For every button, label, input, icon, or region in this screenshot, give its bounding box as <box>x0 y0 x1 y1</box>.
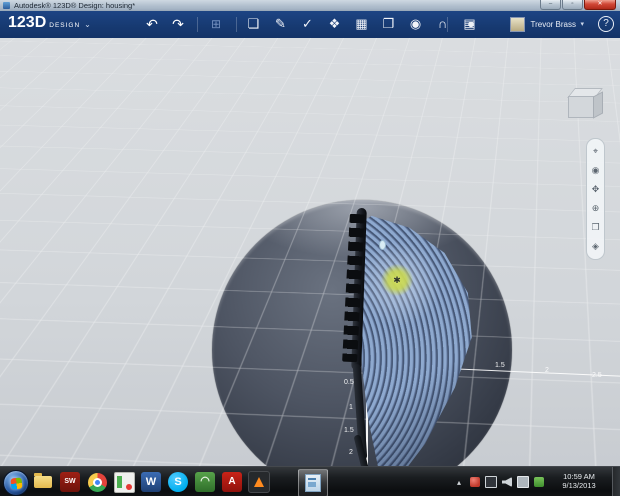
snap-point-indicator <box>379 240 386 250</box>
brand-logo: 123D <box>8 14 47 31</box>
taskbar-green-app-button[interactable]: ◠ <box>193 470 217 494</box>
windows-taskbar: SW W S ◠ A ▴ 10:59 AM 9/13/2013 <box>0 466 620 496</box>
selection-highlight-marker[interactable]: ✱ <box>381 264 413 296</box>
folder-icon <box>34 473 52 488</box>
axis-tick-label: 0.5 <box>344 379 354 386</box>
chrome-icon <box>87 472 107 492</box>
redo-button[interactable]: ↷ <box>168 15 188 33</box>
app-window: Autodesk® 123D® Design: housing* – ▫ ✕ 1… <box>0 0 620 496</box>
taskbar-word-button[interactable]: W <box>139 470 163 494</box>
account-caret-icon[interactable]: ▾ <box>580 20 584 28</box>
fit-view-icon[interactable]: ❒ <box>589 221 602 234</box>
viewport-canvas[interactable]: ✱ 0.5 1 1.5 2 2.5 1.5 2 2.5 ⌖ ◉ ✥ ⊕ ❒ ◈ … <box>0 38 620 466</box>
tray-display-icon[interactable] <box>485 476 497 488</box>
tray-network-icon[interactable] <box>517 476 529 488</box>
avatar[interactable] <box>510 16 526 32</box>
show-desktop-button[interactable] <box>612 467 620 496</box>
chevron-down-icon: ⌄ <box>84 20 91 29</box>
snap-center-icon: ✱ <box>393 274 401 285</box>
green-app-icon: ◠ <box>195 472 215 492</box>
primitives-icon[interactable]: ❏ <box>246 15 261 33</box>
sketch-icon[interactable]: ✎ <box>273 15 288 33</box>
tray-security-icon[interactable] <box>470 477 480 487</box>
view-cube-front-face[interactable] <box>568 96 594 118</box>
clock-date: 9/13/2013 <box>562 481 596 490</box>
tool-group: ❏ ✎ ✓ ❖ ▦ ❐ ◉ ∩ ▤ <box>246 15 477 33</box>
taskbar-gallery-button[interactable] <box>112 470 136 494</box>
axis-tick-label: 1 <box>349 404 353 411</box>
toolbar-separator <box>197 17 198 32</box>
maximize-button[interactable]: ▫ <box>562 0 583 10</box>
minimize-button[interactable]: – <box>540 0 561 10</box>
grid-plane <box>0 38 620 466</box>
modify-icon[interactable]: ❖ <box>327 15 342 33</box>
toolbar-separator <box>236 17 237 32</box>
taskbar-solidworks-button[interactable]: SW <box>58 470 82 494</box>
system-tray: ▴ <box>457 467 544 496</box>
axis-tick-label: 2.5 <box>592 372 602 379</box>
construct-icon[interactable]: ✓ <box>300 15 315 33</box>
undo-button[interactable]: ↶ <box>142 15 162 33</box>
view-navigation-strip: ⌖ ◉ ✥ ⊕ ❒ ◈ <box>586 138 605 260</box>
skype-icon: S <box>168 472 188 492</box>
main-toolbar: 123D DESIGN ⌄ ↶ ↷ ⊞ ❏ ✎ ✓ ❖ ▦ ❐ ◉ ∩ ▤ ● … <box>0 11 620 40</box>
orbit-icon[interactable]: ◉ <box>589 164 602 177</box>
taskbar-adobe-button[interactable]: A <box>220 470 244 494</box>
pan-icon[interactable]: ✥ <box>589 183 602 196</box>
gallery-icon <box>113 471 135 493</box>
windows-logo-icon <box>9 476 23 490</box>
word-icon: W <box>141 472 161 492</box>
clock-time: 10:59 AM <box>563 472 595 481</box>
axis-tick-label: 1.5 <box>495 362 505 369</box>
brand-sub-label: DESIGN <box>49 22 81 29</box>
pattern-icon[interactable]: ▦ <box>354 15 369 33</box>
view-cube[interactable] <box>567 88 604 124</box>
taskbar-clock[interactable]: 10:59 AM 9/13/2013 <box>548 469 610 490</box>
vlc-icon <box>248 471 270 493</box>
taskbar-apps: SW W S ◠ A <box>31 470 271 494</box>
transform-icon[interactable]: ⊞ <box>208 16 224 32</box>
window-title: Autodesk® 123D® Design: housing* <box>14 1 136 10</box>
view-cube-side-face[interactable] <box>593 91 603 119</box>
tray-expand-icon[interactable]: ▴ <box>457 478 461 487</box>
start-button[interactable] <box>3 470 29 496</box>
taskbar-skype-button[interactable]: S <box>166 470 190 494</box>
help-button[interactable]: ? <box>598 16 614 32</box>
close-button[interactable]: ✕ <box>584 0 616 10</box>
center-view-icon[interactable]: ⌖ <box>589 145 602 158</box>
tray-volume-icon[interactable] <box>502 477 512 487</box>
window-controls: – ▫ ✕ <box>539 0 616 10</box>
taskbar-vlc-button[interactable] <box>247 470 271 494</box>
solidworks-icon: SW <box>60 472 80 492</box>
combine-icon[interactable]: ◉ <box>408 15 423 33</box>
material-icon[interactable]: ● <box>462 15 480 33</box>
view-mode-icon[interactable]: ◈ <box>589 240 602 253</box>
toolbar-separator <box>447 17 448 32</box>
account-area: Trevor Brass ... ▾ ? <box>510 15 614 33</box>
taskbar-explorer-button[interactable] <box>31 470 55 494</box>
adobe-reader-icon: A <box>222 472 242 492</box>
axis-tick-label: 2 <box>349 449 353 456</box>
taskbar-123d-active-button[interactable] <box>298 469 328 496</box>
undo-icon: ↶ <box>146 16 158 32</box>
axis-tick-label: 1.5 <box>344 427 354 434</box>
app-icon <box>3 2 10 9</box>
user-name[interactable]: Trevor Brass ... <box>530 20 576 29</box>
tray-update-icon[interactable] <box>534 477 544 487</box>
grouping-icon[interactable]: ❐ <box>381 15 396 33</box>
axis-tick-label: 2 <box>545 367 549 374</box>
zoom-icon[interactable]: ⊕ <box>589 202 602 215</box>
123d-document-icon <box>305 474 321 492</box>
taskbar-chrome-button[interactable] <box>85 470 109 494</box>
redo-icon: ↷ <box>172 16 184 32</box>
app-menu-button[interactable]: 123D DESIGN ⌄ <box>8 14 91 32</box>
